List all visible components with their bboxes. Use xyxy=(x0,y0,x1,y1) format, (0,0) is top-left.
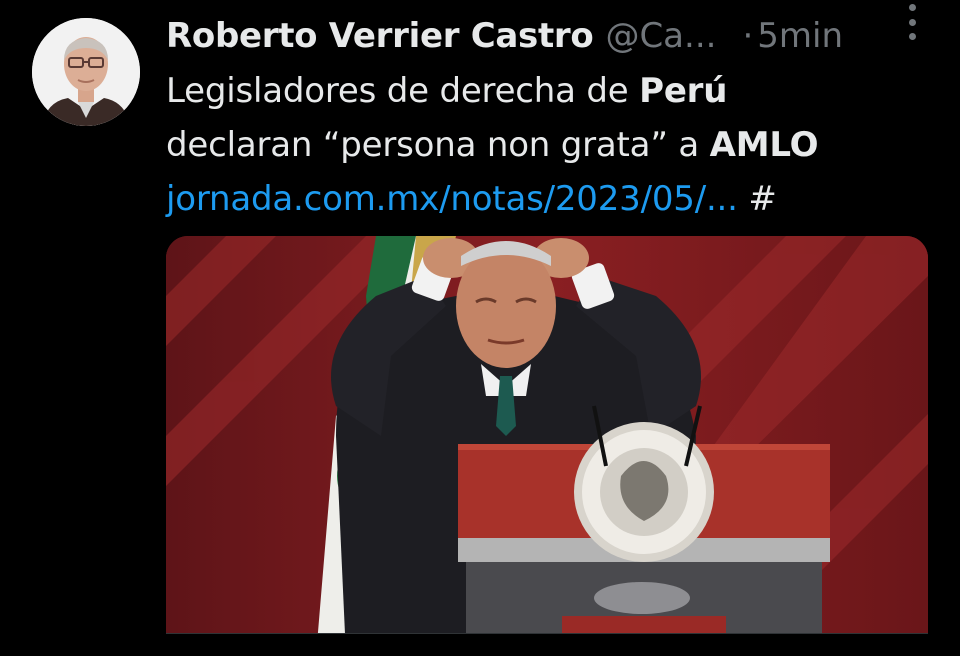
tweet-card[interactable]: Roberto Verrier Castro @Ca... · 5min Leg… xyxy=(0,0,960,656)
tweet-media-image[interactable] xyxy=(166,236,928,656)
more-dot xyxy=(908,4,916,11)
text-segment: declaran “persona non grata” a xyxy=(166,125,710,165)
bold-segment: Perú xyxy=(639,71,728,111)
avatar[interactable] xyxy=(32,18,140,126)
more-dot xyxy=(908,33,916,40)
bold-segment: AMLO xyxy=(709,125,819,165)
tweet-text: Legisladores de derecha de Perú declaran… xyxy=(166,64,946,226)
more-vertical-icon[interactable] xyxy=(902,4,922,40)
author-handle[interactable]: @Ca... xyxy=(605,16,716,56)
profile-photo-icon xyxy=(32,18,140,126)
tweet-text-line-2: declaran “persona non grata” a AMLO xyxy=(166,118,946,172)
timestamp[interactable]: 5min xyxy=(757,16,843,56)
hashtag-link[interactable]: # xyxy=(748,179,776,219)
press-conference-photo xyxy=(166,236,928,656)
article-link[interactable]: jornada.com.mx/notas/2023/05/... xyxy=(166,179,738,219)
tweet-text-line-1: Legisladores de derecha de Perú xyxy=(166,64,946,118)
separator-dot: · xyxy=(742,16,754,56)
media-card-footer xyxy=(166,633,928,656)
tweet-text-line-3: jornada.com.mx/notas/2023/05/... # xyxy=(166,172,946,226)
more-dot xyxy=(908,18,916,26)
tweet-header: Roberto Verrier Castro @Ca... · 5min xyxy=(166,14,946,58)
text-segment: Legisladores de derecha de xyxy=(166,71,640,111)
author-name[interactable]: Roberto Verrier Castro xyxy=(166,16,594,56)
